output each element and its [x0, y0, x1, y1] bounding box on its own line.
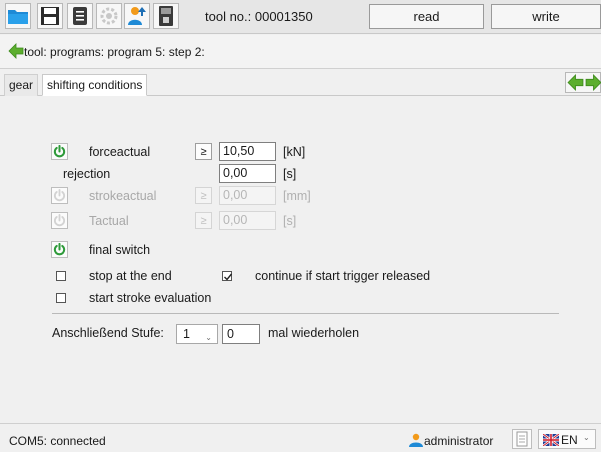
time-operator-button[interactable]: ≥: [195, 212, 212, 229]
step-navigation: [565, 72, 601, 93]
device-button[interactable]: [153, 3, 179, 29]
time-condition-row: Tactual ≥ 0,00 [s]: [0, 210, 601, 232]
tab-shifting-conditions[interactable]: shifting conditions: [42, 74, 148, 96]
user-icon: [409, 433, 423, 447]
breadcrumb: tool: programs: program 5: step 2:: [24, 45, 205, 59]
repeat-count-input[interactable]: 0: [222, 324, 260, 344]
force-operator-button[interactable]: ≥: [195, 143, 212, 160]
stroke-label: strokeactual: [89, 189, 157, 203]
connection-status: COM5: connected: [9, 434, 106, 448]
stroke-enable-toggle[interactable]: [51, 187, 68, 204]
write-button[interactable]: write: [491, 4, 601, 29]
final-switch-label: final switch: [89, 243, 151, 257]
stop-at-end-label: stop at the end: [89, 269, 172, 283]
tool-number-label: tool no.: 00001350: [205, 9, 313, 24]
print-button[interactable]: [67, 3, 93, 29]
shifting-conditions-panel: forceactual ≥ 10,50 [kN] rejection 0,00 …: [0, 97, 601, 422]
stroke-condition-row: strokeactual ≥ 0,00 [mm]: [0, 185, 601, 207]
breadcrumb-bar: tool: programs: program 5: step 2:: [0, 35, 601, 69]
back-arrow-icon: [8, 43, 24, 59]
language-select[interactable]: EN ⌄: [538, 429, 596, 449]
uk-flag-icon: [543, 434, 559, 446]
final-switch-row: final switch: [0, 239, 601, 261]
open-folder-button[interactable]: [5, 3, 31, 29]
current-user: administrator: [424, 434, 494, 448]
previous-arrow-icon[interactable]: [567, 74, 584, 91]
power-icon: [53, 145, 66, 158]
force-label: forceactual: [89, 145, 151, 159]
time-unit: [s]: [283, 214, 297, 228]
save-button[interactable]: [37, 3, 63, 29]
document-icon: [516, 431, 528, 447]
back-button[interactable]: [8, 43, 24, 59]
folder-icon: [8, 10, 28, 24]
user-upload-button[interactable]: [124, 3, 150, 29]
final-switch-toggle[interactable]: [51, 241, 68, 258]
repeat-suffix-label: mal wiederholen: [268, 326, 360, 340]
device-icon: [159, 6, 173, 26]
time-enable-toggle[interactable]: [51, 212, 68, 229]
power-icon: [53, 243, 66, 256]
stroke-value-input[interactable]: 0,00: [219, 186, 276, 205]
force-unit: [kN]: [283, 145, 306, 159]
read-button[interactable]: read: [369, 4, 484, 29]
stroke-evaluation-row: start stroke evaluation: [0, 287, 601, 309]
next-arrow-icon[interactable]: [585, 74, 601, 91]
rejection-value-input[interactable]: 0,00: [219, 164, 276, 183]
end-options-row: stop at the end continue if start trigge…: [0, 265, 601, 287]
notes-button[interactable]: [512, 429, 532, 449]
checkmark-icon: [224, 273, 233, 281]
time-label: Tactual: [89, 214, 129, 228]
user-upload-icon: [128, 7, 146, 25]
next-step-select[interactable]: 1 ⌄: [176, 324, 218, 344]
rejection-unit: [s]: [283, 167, 297, 181]
chevron-down-icon: ⌄: [583, 433, 590, 442]
language-label: EN: [561, 433, 578, 447]
force-enable-toggle[interactable]: [51, 143, 68, 160]
start-stroke-evaluation-label: start stroke evaluation: [89, 291, 212, 305]
force-condition-row: forceactual ≥ 10,50 [kN]: [0, 141, 601, 163]
rejection-label: rejection: [63, 167, 111, 181]
status-bar: COM5: connected administrator EN ⌄: [0, 423, 601, 452]
print-icon: [73, 7, 87, 25]
rejection-row: rejection 0,00 [s]: [0, 163, 601, 185]
power-icon: [53, 214, 66, 227]
continue-if-released-checkbox[interactable]: [222, 271, 233, 281]
settings-icon: [100, 7, 118, 25]
divider: [52, 313, 559, 314]
time-value-input[interactable]: 0,00: [219, 211, 276, 230]
repeat-prefix-label: Anschließend Stufe:: [52, 326, 164, 340]
toolbar: tool no.: 00001350 read write: [0, 0, 601, 34]
continue-if-released-label: continue if start trigger released: [255, 269, 431, 283]
tab-bar: gear shifting conditions: [0, 70, 601, 96]
power-icon: [53, 189, 66, 202]
force-value-input[interactable]: 10,50: [219, 142, 276, 161]
chevron-down-icon: ⌄: [205, 333, 212, 342]
settings-button[interactable]: [96, 3, 122, 29]
stroke-operator-button[interactable]: ≥: [195, 187, 212, 204]
start-stroke-evaluation-checkbox[interactable]: [56, 293, 66, 303]
tab-gear[interactable]: gear: [4, 74, 39, 96]
save-icon: [41, 7, 59, 25]
stroke-unit: [mm]: [283, 189, 311, 203]
next-step-value: 1: [183, 327, 190, 341]
stop-at-end-checkbox[interactable]: [56, 271, 66, 281]
